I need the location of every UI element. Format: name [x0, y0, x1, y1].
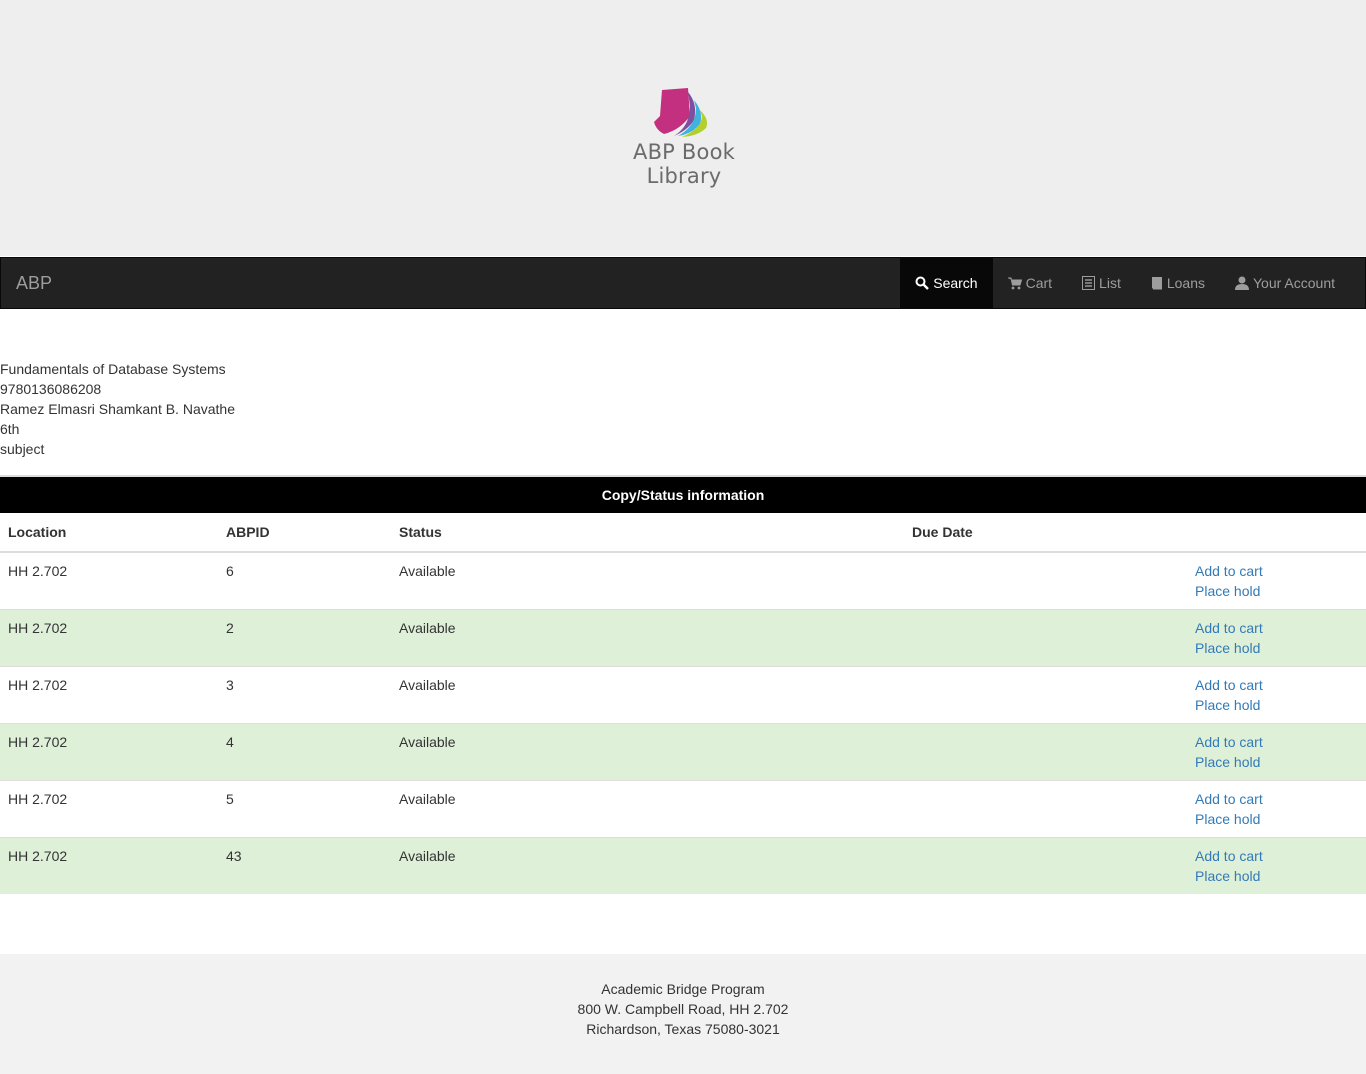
header-actions	[1125, 513, 1366, 553]
search-icon	[915, 276, 930, 290]
cell-abpid: 2	[218, 609, 391, 667]
place-hold-link[interactable]: Place hold	[1195, 638, 1358, 658]
book-details: Fundamentals of Database Systems 9780136…	[0, 359, 235, 459]
place-hold-link[interactable]: Place hold	[1195, 752, 1358, 772]
cart-icon	[1007, 277, 1022, 289]
copies-table-body: HH 2.702 6 Available Add to cart Place hold H…	[0, 551, 1366, 894]
user-icon	[1235, 276, 1249, 290]
nav-label-account: Your Account	[1253, 275, 1335, 291]
cell-status: Available	[391, 723, 904, 781]
cell-status: Available	[391, 666, 904, 724]
cell-status: Available	[391, 780, 904, 838]
footer-address: 800 W. Campbell Road, HH 2.702	[577, 1001, 789, 1017]
place-hold-link[interactable]: Place hold	[1195, 866, 1358, 886]
header-status: Status	[391, 513, 904, 553]
nav-label-cart: Cart	[1025, 275, 1053, 291]
navbar-brand[interactable]: ABP	[16, 258, 52, 308]
cell-status: Available	[391, 609, 904, 667]
cell-location: HH 2.702	[0, 609, 218, 667]
nav-label-loans: Loans	[1166, 275, 1205, 291]
table-row: HH 2.702 6 Available Add to cart Place hold	[0, 551, 1366, 610]
book-subject: subject	[0, 441, 45, 457]
header-abpid: ABPID	[218, 513, 391, 553]
cell-actions: Add to cart Place hold	[1125, 551, 1366, 610]
site-footer: Academic Bridge Program 800 W. Campbell …	[0, 954, 1366, 1074]
cell-status: Available	[391, 837, 904, 894]
list-icon	[1082, 276, 1096, 290]
nav-item-list[interactable]: List	[1067, 258, 1136, 308]
add-to-cart-link[interactable]: Add to cart	[1195, 561, 1358, 581]
book-title: Fundamentals of Database Systems	[0, 361, 226, 377]
cell-due-date	[904, 780, 1125, 838]
nav-item-cart[interactable]: Cart	[993, 258, 1067, 308]
cell-actions: Add to cart Place hold	[1125, 609, 1366, 667]
add-to-cart-link[interactable]: Add to cart	[1195, 618, 1358, 638]
cell-due-date	[904, 723, 1125, 781]
cell-abpid: 5	[218, 780, 391, 838]
navbar: ABP Search Cart List Loans Your Account	[0, 257, 1366, 309]
cell-due-date	[904, 551, 1125, 610]
site-logo[interactable]: ABP Book Library	[594, 86, 774, 188]
cell-abpid: 6	[218, 551, 391, 610]
nav-label-list: List	[1099, 275, 1121, 291]
cell-due-date	[904, 666, 1125, 724]
book-icon	[1151, 277, 1162, 290]
nav-label-search: Search	[933, 275, 978, 291]
table-caption: Copy/Status information	[0, 475, 1366, 513]
add-to-cart-link[interactable]: Add to cart	[1195, 732, 1358, 752]
footer-city: Richardson, Texas 75080-3021	[586, 1021, 780, 1037]
cell-location: HH 2.702	[0, 723, 218, 781]
copies-table: Location ABPID Status Due Date HH 2.702 6…	[0, 513, 1366, 894]
cell-status: Available	[391, 551, 904, 610]
cell-due-date	[904, 837, 1125, 894]
cell-actions: Add to cart Place hold	[1125, 723, 1366, 781]
cell-abpid: 4	[218, 723, 391, 781]
add-to-cart-link[interactable]: Add to cart	[1195, 846, 1358, 866]
add-to-cart-link[interactable]: Add to cart	[1195, 789, 1358, 809]
book-logo-icon	[654, 88, 708, 137]
copies-table-section: Copy/Status information Location ABPID S…	[0, 475, 1366, 894]
book-isbn: 9780136086208	[0, 381, 102, 397]
table-row: HH 2.702 2 Available Add to cart Place hold	[0, 609, 1366, 667]
cell-actions: Add to cart Place hold	[1125, 780, 1366, 838]
logo-text: ABP Book Library	[633, 140, 735, 188]
cell-location: HH 2.702	[0, 780, 218, 838]
table-row: HH 2.702 3 Available Add to cart Place hold	[0, 666, 1366, 724]
footer-org: Academic Bridge Program	[601, 981, 765, 997]
book-authors: Ramez Elmasri Shamkant B. Navathe	[0, 401, 235, 417]
header-location: Location	[0, 513, 218, 553]
nav-item-account[interactable]: Your Account	[1220, 258, 1350, 308]
cell-abpid: 3	[218, 666, 391, 724]
add-to-cart-link[interactable]: Add to cart	[1195, 675, 1358, 695]
table-row: HH 2.702 4 Available Add to cart Place hold	[0, 723, 1366, 781]
cell-actions: Add to cart Place hold	[1125, 837, 1366, 894]
nav-menu: Search Cart List Loans Your Account	[900, 258, 1350, 308]
header-due-date: Due Date	[904, 513, 1125, 553]
cell-location: HH 2.702	[0, 837, 218, 894]
cell-actions: Add to cart Place hold	[1125, 666, 1366, 724]
site-header: ABP Book Library	[0, 0, 1366, 256]
cell-due-date	[904, 609, 1125, 667]
place-hold-link[interactable]: Place hold	[1195, 581, 1358, 601]
table-row: HH 2.702 5 Available Add to cart Place hold	[0, 780, 1366, 838]
cell-location: HH 2.702	[0, 666, 218, 724]
nav-item-search[interactable]: Search	[900, 258, 993, 308]
table-row: HH 2.702 43 Available Add to cart Place hold	[0, 837, 1366, 894]
cell-abpid: 43	[218, 837, 391, 894]
book-edition: 6th	[0, 421, 20, 437]
place-hold-link[interactable]: Place hold	[1195, 695, 1358, 715]
table-header-row: Location ABPID Status Due Date	[0, 513, 1366, 553]
cell-location: HH 2.702	[0, 551, 218, 610]
place-hold-link[interactable]: Place hold	[1195, 809, 1358, 829]
nav-item-loans[interactable]: Loans	[1136, 258, 1220, 308]
